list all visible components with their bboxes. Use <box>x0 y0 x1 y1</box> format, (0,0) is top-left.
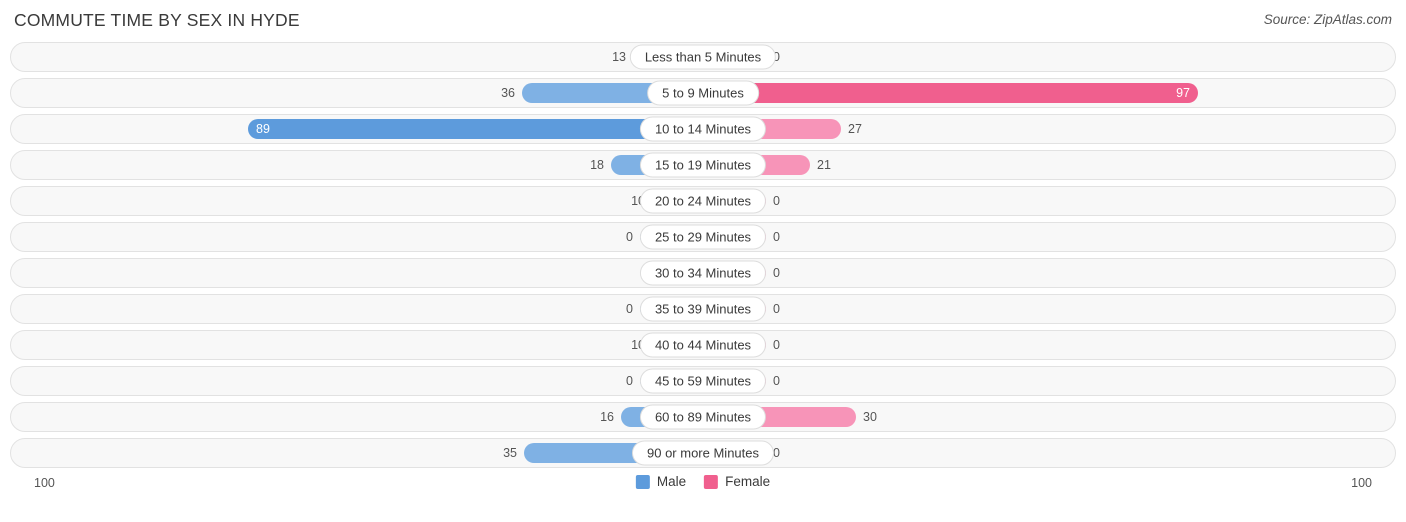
category-label: 30 to 34 Minutes <box>639 260 767 286</box>
male-bar-area: 16 <box>29 407 703 427</box>
chart-row: 0 0 25 to 29 Minutes <box>10 222 1396 252</box>
category-label: 40 to 44 Minutes <box>639 332 767 358</box>
axis-tick-right: 100 <box>1351 476 1372 490</box>
male-bar-area: 35 <box>29 443 703 463</box>
chart-row-inner: 16 30 60 to 89 Minutes <box>29 403 1377 431</box>
chart-footer: 100 Male Female 100 <box>10 474 1396 502</box>
chart-row: 35 0 90 or more Minutes <box>10 438 1396 468</box>
male-value-label: 0 <box>626 230 633 244</box>
chart-row-inner: 18 21 15 to 19 Minutes <box>29 151 1377 179</box>
female-bar-area: 0 <box>703 263 1377 283</box>
chart-legend: Male Female <box>635 474 770 489</box>
female-bar-area: 0 <box>703 443 1377 463</box>
chart-row: 36 97 5 to 9 Minutes <box>10 78 1396 108</box>
male-bar-area: 0 <box>29 371 703 391</box>
chart-row-inner: 89 27 10 to 14 Minutes <box>29 115 1377 143</box>
male-bar-area: 10 <box>29 335 703 355</box>
female-bar-area: 0 <box>703 191 1377 211</box>
male-value-label: 35 <box>503 446 517 460</box>
male-bar[interactable]: 89 <box>248 119 703 139</box>
legend-label-male: Male <box>656 474 687 489</box>
female-value-label: 30 <box>863 410 877 424</box>
chart-row: 16 30 60 to 89 Minutes <box>10 402 1396 432</box>
female-value-label: 0 <box>773 338 780 352</box>
chart-row: 10 0 20 to 24 Minutes <box>10 186 1396 216</box>
page-title: COMMUTE TIME BY SEX IN HYDE <box>14 10 300 30</box>
male-bar-area: 0 <box>29 299 703 319</box>
male-value-label: 36 <box>501 86 515 100</box>
female-bar-area: 30 <box>703 407 1377 427</box>
diverging-bar-chart: 13 0 Less than 5 Minutes 36 97 5 to 9 Minutes… <box>10 42 1396 468</box>
chart-row: 0 0 35 to 39 Minutes <box>10 294 1396 324</box>
female-value-label: 0 <box>773 302 780 316</box>
chart-row-inner: 0 0 35 to 39 Minutes <box>29 295 1377 323</box>
chart-header: COMMUTE TIME BY SEX IN HYDE Source: ZipA… <box>0 0 1406 34</box>
female-value-label: 21 <box>817 158 831 172</box>
male-value-label: 16 <box>600 410 614 424</box>
female-bar[interactable]: 97 <box>703 83 1198 103</box>
male-value-label: 89 <box>256 122 270 136</box>
legend-item-female[interactable]: Female <box>704 474 770 489</box>
female-value-label: 27 <box>848 122 862 136</box>
chart-page: COMMUTE TIME BY SEX IN HYDE Source: ZipA… <box>0 0 1406 522</box>
category-label: 15 to 19 Minutes <box>639 152 767 178</box>
chart-row: 13 0 Less than 5 Minutes <box>10 42 1396 72</box>
category-label: 20 to 24 Minutes <box>639 188 767 214</box>
female-bar-area: 0 <box>703 371 1377 391</box>
male-value-label: 0 <box>626 302 633 316</box>
chart-row-inner: 10 0 20 to 24 Minutes <box>29 187 1377 215</box>
category-label: 5 to 9 Minutes <box>647 80 759 106</box>
legend-label-female: Female <box>725 474 771 489</box>
chart-row-inner: 35 0 90 or more Minutes <box>29 439 1377 467</box>
male-bar-area: 10 <box>29 191 703 211</box>
male-bar-area: 89 <box>29 119 703 139</box>
category-label: 25 to 29 Minutes <box>639 224 767 250</box>
chart-row: 10 0 40 to 44 Minutes <box>10 330 1396 360</box>
male-bar-area: 13 <box>29 47 703 67</box>
female-value-label: 0 <box>773 266 780 280</box>
legend-swatch-female <box>704 474 719 489</box>
female-bar-area: 97 <box>703 83 1377 103</box>
female-bar-area: 0 <box>703 227 1377 247</box>
female-bar-area: 0 <box>703 299 1377 319</box>
chart-row: 89 27 10 to 14 Minutes <box>10 114 1396 144</box>
male-value-label: 18 <box>590 158 604 172</box>
chart-row-inner: 36 97 5 to 9 Minutes <box>29 79 1377 107</box>
legend-swatch-male <box>635 474 650 489</box>
category-label: Less than 5 Minutes <box>629 44 777 70</box>
category-label: 35 to 39 Minutes <box>639 296 767 322</box>
female-value-label: 0 <box>773 194 780 208</box>
category-label: 10 to 14 Minutes <box>639 116 767 142</box>
legend-item-male[interactable]: Male <box>635 474 687 489</box>
female-bar-area: 0 <box>703 335 1377 355</box>
female-value-label: 97 <box>1176 86 1190 100</box>
female-value-label: 0 <box>773 446 780 460</box>
female-bar-area: 27 <box>703 119 1377 139</box>
chart-row-inner: 10 0 40 to 44 Minutes <box>29 331 1377 359</box>
male-bar-area: 0 <box>29 227 703 247</box>
male-bar-area: 36 <box>29 83 703 103</box>
chart-row-inner: 0 0 45 to 59 Minutes <box>29 367 1377 395</box>
chart-row: 9 0 30 to 34 Minutes <box>10 258 1396 288</box>
category-label: 60 to 89 Minutes <box>639 404 767 430</box>
chart-row-inner: 0 0 25 to 29 Minutes <box>29 223 1377 251</box>
source-attribution: Source: ZipAtlas.com <box>1263 12 1392 27</box>
chart-row-inner: 9 0 30 to 34 Minutes <box>29 259 1377 287</box>
male-value-label: 0 <box>626 374 633 388</box>
chart-row-inner: 13 0 Less than 5 Minutes <box>29 43 1377 71</box>
axis-tick-left: 100 <box>34 476 55 490</box>
female-bar-area: 0 <box>703 47 1377 67</box>
male-bar-area: 18 <box>29 155 703 175</box>
male-value-label: 13 <box>612 50 626 64</box>
category-label: 45 to 59 Minutes <box>639 368 767 394</box>
female-bar-area: 21 <box>703 155 1377 175</box>
chart-row: 18 21 15 to 19 Minutes <box>10 150 1396 180</box>
male-bar-area: 9 <box>29 263 703 283</box>
category-label: 90 or more Minutes <box>632 440 774 466</box>
chart-row: 0 0 45 to 59 Minutes <box>10 366 1396 396</box>
female-value-label: 0 <box>773 230 780 244</box>
female-value-label: 0 <box>773 374 780 388</box>
